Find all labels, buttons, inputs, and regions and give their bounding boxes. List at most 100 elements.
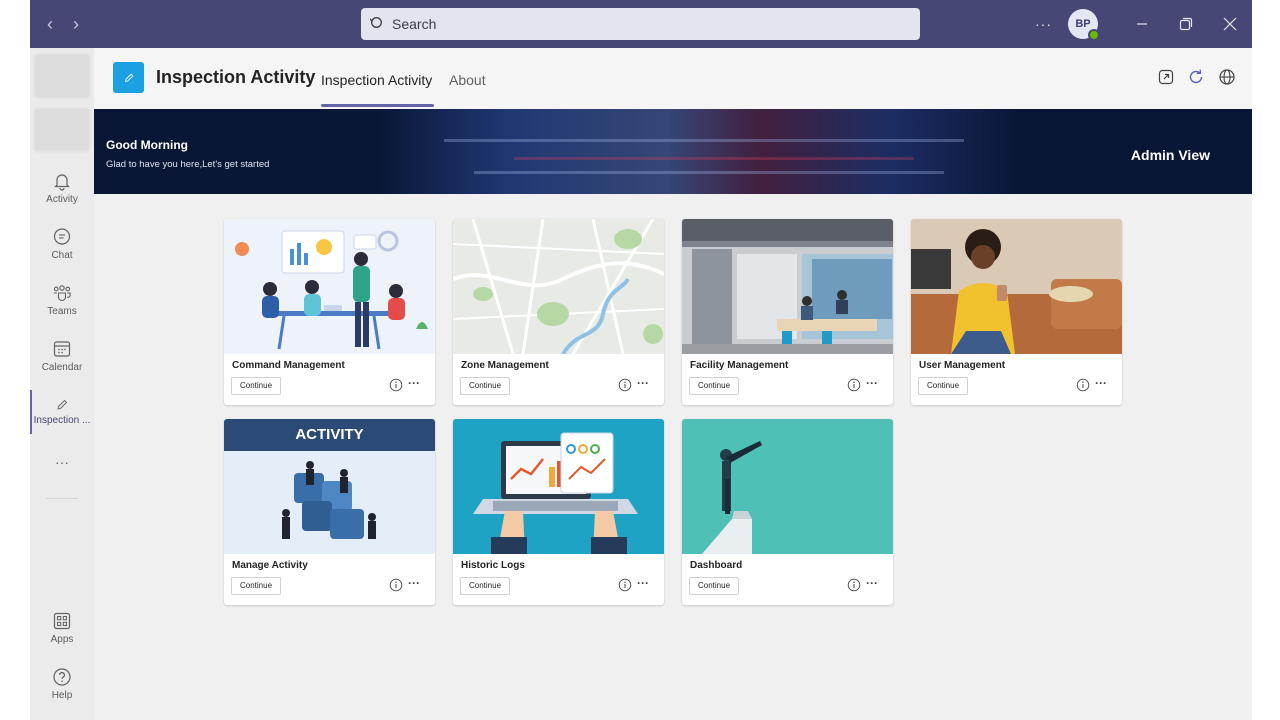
card-dashboard[interactable]: Dashboard Continue ··· [682, 419, 893, 605]
banner-decoration [444, 139, 964, 142]
info-icon[interactable] [618, 578, 632, 592]
search-placeholder: Search [392, 16, 437, 32]
restore-icon [1179, 17, 1193, 31]
close-icon [1223, 17, 1237, 31]
avatar-initials: BP [1075, 18, 1091, 30]
avatar[interactable]: BP [1068, 9, 1100, 41]
continue-button[interactable]: Continue [231, 577, 282, 595]
continue-button[interactable]: Continue [460, 377, 511, 395]
office-photo [682, 219, 893, 354]
titlebar-right: ··· BP [1035, 0, 1252, 48]
left-rail: Activity Chat Teams Calendar Inspection … [30, 48, 94, 720]
banner-decoration [514, 157, 914, 160]
restore-button[interactable] [1164, 0, 1208, 48]
banner-decoration [474, 171, 944, 174]
telescope-illustration [682, 419, 893, 554]
blurred-rail-item [34, 108, 90, 152]
popout-icon[interactable] [1157, 68, 1175, 86]
rail-item-inspection[interactable]: Inspection ... [30, 386, 94, 438]
map-illustration [453, 219, 664, 354]
rail-item-help[interactable]: Help [30, 658, 94, 710]
minimize-button[interactable] [1120, 0, 1164, 48]
card-image [682, 219, 893, 354]
continue-button[interactable]: Continue [689, 377, 740, 395]
rail-more-button[interactable]: ··· [30, 442, 94, 482]
info-icon[interactable] [847, 578, 861, 592]
activity-image-heading: ACTIVITY [224, 419, 435, 451]
globe-icon[interactable] [1218, 68, 1236, 86]
card-image [453, 219, 664, 354]
rail-label: Teams [47, 306, 77, 317]
rail-label: Calendar [41, 362, 83, 373]
card-historic-logs[interactable]: Historic Logs Continue ··· [453, 419, 664, 605]
more-options-button[interactable]: ··· [408, 376, 420, 390]
greeting-heading: Good Morning [106, 138, 188, 152]
banner-background-image [379, 109, 1019, 194]
pencil-icon [57, 399, 68, 410]
more-options-button[interactable]: ··· [866, 576, 878, 590]
info-icon[interactable] [847, 378, 861, 392]
info-icon[interactable] [618, 378, 632, 392]
more-options-button[interactable]: ··· [637, 576, 649, 590]
presence-badge [1088, 29, 1100, 41]
card-image [911, 219, 1122, 354]
rail-item-calendar[interactable]: Calendar [30, 330, 94, 382]
card-title: Dashboard [690, 560, 743, 571]
tab-about[interactable]: About [449, 72, 486, 88]
forward-button[interactable]: › [66, 12, 86, 36]
continue-button[interactable]: Continue [231, 377, 282, 395]
card-manage-activity[interactable]: ACTIVITY Manage Activity Continue ··· [224, 419, 435, 605]
rail-item-chat[interactable]: Chat [30, 218, 94, 270]
rail-item-apps[interactable]: Apps [30, 602, 94, 654]
rail-divider [46, 498, 78, 499]
search-input[interactable]: Search [361, 8, 920, 40]
card-title: Facility Management [690, 360, 789, 371]
more-options-button[interactable]: ··· [1095, 376, 1107, 390]
bell-icon [54, 174, 70, 191]
continue-button[interactable]: Continue [918, 377, 969, 395]
puzzle-illustration [224, 451, 435, 554]
rail-item-teams[interactable]: Teams [30, 274, 94, 326]
card-title: Command Management [232, 360, 345, 371]
card-title: User Management [919, 360, 1006, 371]
card-zone-management[interactable]: Zone Management Continue ··· [453, 219, 664, 405]
more-options-button[interactable]: ··· [408, 576, 420, 590]
card-user-management[interactable]: User Management Continue ··· [911, 219, 1122, 405]
continue-button[interactable]: Continue [689, 577, 740, 595]
back-button[interactable]: ‹ [40, 12, 60, 36]
title-bar: ‹ › Search ··· BP [30, 0, 1252, 48]
close-button[interactable] [1208, 0, 1252, 48]
card-title: Historic Logs [461, 560, 525, 571]
info-icon[interactable] [389, 378, 403, 392]
refresh-icon[interactable] [1187, 68, 1205, 86]
more-options-button[interactable]: ··· [866, 376, 878, 390]
more-options-button[interactable]: ··· [1035, 16, 1052, 32]
info-icon[interactable] [389, 578, 403, 592]
rail-item-activity[interactable]: Activity [30, 162, 94, 214]
rail-label: Apps [50, 634, 74, 645]
continue-button[interactable]: Continue [460, 577, 511, 595]
calendar-icon [53, 341, 71, 357]
teams-icon [53, 285, 71, 302]
minimize-icon [1137, 23, 1147, 25]
app-title: Inspection Activity [156, 67, 316, 87]
card-image [453, 419, 664, 554]
team-meeting-illustration [224, 219, 435, 354]
tab-inspection-activity[interactable]: Inspection Activity [321, 72, 432, 88]
card-facility-management[interactable]: Facility Management Continue ··· [682, 219, 893, 405]
user-photo [911, 219, 1122, 354]
search-icon [370, 17, 382, 28]
app-header: Inspection Activity Inspection Activity … [94, 48, 1252, 109]
pencil-icon [124, 73, 133, 82]
card-command-management[interactable]: Command Management Continue ··· [224, 219, 435, 405]
welcome-banner: Good Morning Glad to have you here,Let's… [94, 109, 1252, 194]
greeting-subtitle: Glad to have you here,Let's get started [106, 159, 270, 170]
rail-label: Inspection ... [33, 415, 91, 426]
teams-window: ‹ › Search ··· BP Activity Chat Teams Ca… [30, 0, 1252, 720]
laptop-analytics-illustration [453, 419, 664, 554]
info-icon[interactable] [1076, 378, 1090, 392]
admin-view-label: Admin View [1130, 147, 1210, 163]
more-options-button[interactable]: ··· [637, 376, 649, 390]
help-icon [53, 668, 71, 686]
more-dots: ··· [55, 454, 69, 470]
